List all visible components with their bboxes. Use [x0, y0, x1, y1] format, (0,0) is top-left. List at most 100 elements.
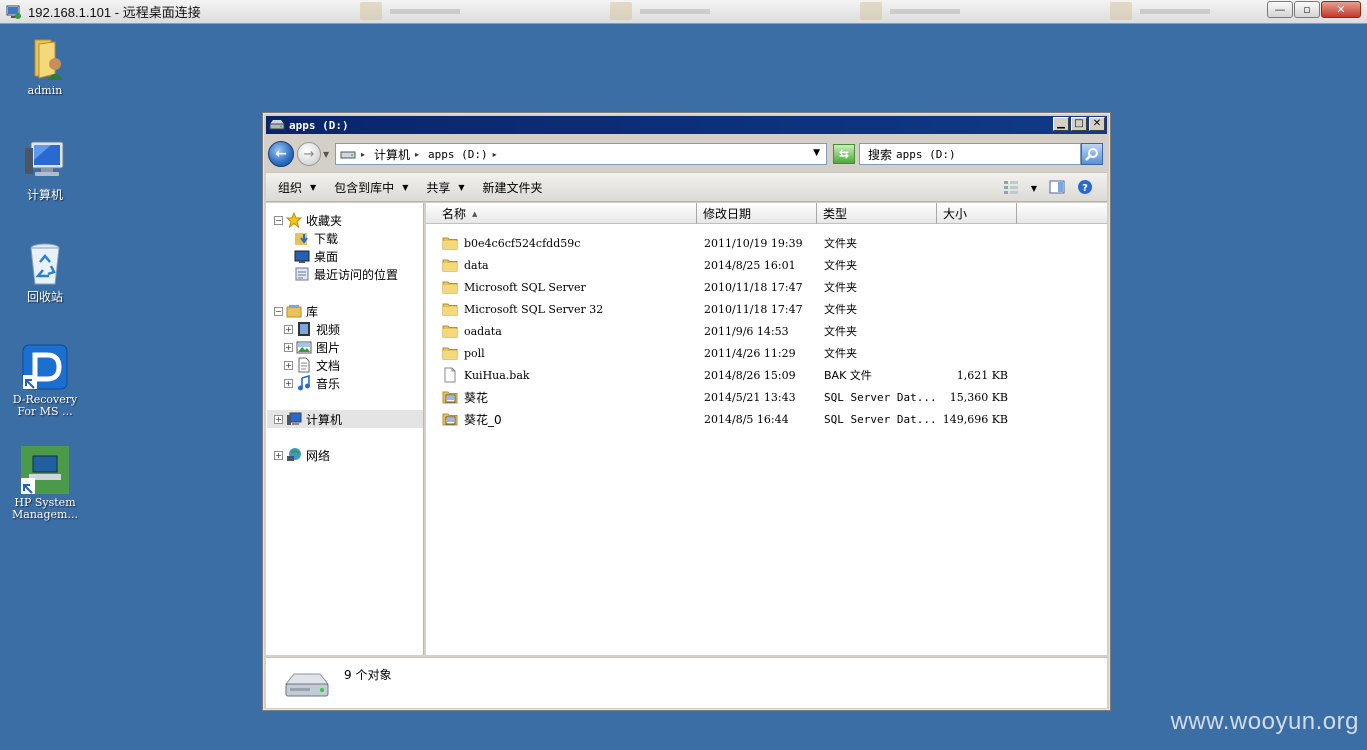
window-titlebar[interactable]: apps (D:) ▁ □ ✕ [266, 116, 1107, 134]
table-row[interactable]: b0e4c6cf524cfdd59c 2011/10/19 19:39 文件夹 [426, 232, 1107, 254]
expand-icon[interactable]: + [274, 450, 283, 460]
recycle-bin-icon [21, 240, 69, 288]
include-in-library-menu[interactable]: 包含到库中 ▼ [334, 179, 408, 196]
expand-icon[interactable]: + [284, 360, 293, 370]
file-name-cell[interactable]: data [426, 257, 696, 273]
desktop-icon-label: D-Recovery For MS ... [12, 393, 78, 418]
desktop-icon-computer[interactable]: 计算机 [7, 138, 83, 201]
column-header-date[interactable]: 修改日期 [697, 203, 817, 224]
file-date: 2014/5/21 13:43 [704, 390, 796, 404]
expand-icon[interactable]: + [284, 324, 293, 334]
column-header-size[interactable]: 大小 [937, 203, 1017, 224]
nav-favorites[interactable]: − 收藏夹 [274, 211, 342, 229]
new-folder-button[interactable]: 新建文件夹 [483, 179, 543, 196]
table-row[interactable]: Microsoft SQL Server 32 2010/11/18 17:47 文… [426, 298, 1107, 320]
desktop-folder-icon [294, 248, 310, 264]
table-row[interactable]: poll 2011/4/26 11:29 文件夹 [426, 342, 1107, 364]
d-recovery-app-icon [21, 343, 69, 391]
collapse-icon[interactable]: − [274, 215, 283, 225]
history-dropdown-icon[interactable]: ▼ [323, 150, 333, 159]
database-file-icon [442, 411, 458, 427]
file-name-cell[interactable]: KuiHua.bak [426, 367, 696, 383]
file-name-cell[interactable]: poll [426, 345, 696, 361]
file-size: 15,360 KB [949, 390, 1008, 404]
breadcrumb-separator-icon[interactable]: ▸ [493, 150, 497, 159]
nav-libraries[interactable]: − 库 [274, 302, 318, 320]
refresh-icon: ⇆ [838, 147, 850, 161]
table-row[interactable]: 葵花_0 2014/8/5 16:44 SQL Server Dat... 149,6… [426, 408, 1107, 430]
nav-videos[interactable]: + 视频 [284, 320, 340, 338]
search-input[interactable]: 搜索 apps (D:) [859, 143, 1081, 165]
file-type: BAK 文件 [824, 369, 872, 382]
nav-downloads[interactable]: 下载 [294, 229, 338, 247]
file-name-cell[interactable]: 葵花 [426, 389, 696, 406]
nav-pictures[interactable]: + 图片 [284, 338, 340, 356]
breadcrumb-separator-icon[interactable]: ▸ [415, 150, 419, 159]
search-button[interactable] [1081, 143, 1103, 165]
arrow-left-icon: ← [275, 146, 287, 162]
close-icon[interactable]: ✕ [1089, 117, 1105, 131]
folder-icon [442, 301, 458, 317]
table-row[interactable]: Microsoft SQL Server 2010/11/18 17:47 文件夹 [426, 276, 1107, 298]
file-type: SQL Server Dat... [824, 390, 936, 404]
file-date: 2014/8/26 15:09 [704, 368, 796, 382]
column-header-name[interactable]: 名称 ▲ [426, 203, 697, 224]
share-menu[interactable]: 共享 ▼ [426, 179, 464, 196]
refresh-button[interactable]: ⇆ [833, 144, 855, 164]
desktop-icon-hp-system-management[interactable]: HP System Managem... [7, 446, 83, 521]
nav-computer[interactable]: + 计算机 [267, 410, 423, 428]
view-dropdown-icon[interactable]: ▼ [1031, 184, 1037, 193]
table-row[interactable]: KuiHua.bak 2014/8/26 15:09 BAK 文件 1,621 KB [426, 364, 1107, 386]
folder-icon [442, 323, 458, 339]
help-icon[interactable]: ? [1077, 179, 1093, 198]
view-options-icon[interactable] [1003, 180, 1019, 197]
file-name-cell[interactable]: b0e4c6cf524cfdd59c [426, 235, 696, 251]
svg-text:?: ? [1082, 183, 1088, 194]
nav-recent-places[interactable]: 最近访问的位置 [294, 265, 398, 283]
expand-icon[interactable]: + [274, 414, 283, 424]
breadcrumb-computer[interactable]: 计算机 [374, 146, 410, 163]
back-button[interactable]: ← [268, 141, 294, 167]
nav-documents[interactable]: + 文档 [284, 356, 340, 374]
file-date: 2010/11/18 17:47 [704, 280, 803, 294]
file-date: 2014/8/25 16:01 [704, 258, 796, 272]
collapse-icon[interactable]: − [274, 306, 283, 316]
column-header-type[interactable]: 类型 [817, 203, 937, 224]
file-name-cell[interactable]: 葵花_0 [426, 411, 696, 428]
forward-button[interactable]: → [297, 142, 321, 166]
file-name: KuiHua.bak [464, 368, 530, 382]
nav-network[interactable]: + 网络 [274, 446, 330, 464]
preview-pane-icon[interactable] [1049, 180, 1065, 197]
maximize-icon[interactable]: □ [1071, 117, 1087, 131]
expand-icon[interactable]: + [284, 378, 293, 388]
rdp-restore-button[interactable]: ▫ [1294, 1, 1320, 18]
breadcrumb-apps-drive[interactable]: apps (D:) [428, 148, 488, 161]
address-bar[interactable]: ▸ 计算机 ▸ apps (D:) ▸ ▼ [335, 143, 827, 165]
desktop-icon-recycle-bin[interactable]: 回收站 [7, 240, 83, 303]
expand-icon[interactable]: + [284, 342, 293, 352]
file-name-cell[interactable]: oadata [426, 323, 696, 339]
desktop-icon-admin[interactable]: admin [7, 34, 83, 97]
hp-system-management-icon [21, 446, 69, 494]
computer-icon [21, 138, 69, 186]
file-name-cell[interactable]: Microsoft SQL Server 32 [426, 301, 696, 317]
nav-desktop[interactable]: 桌面 [294, 247, 338, 265]
drive-large-icon [276, 658, 336, 709]
nav-music[interactable]: + 音乐 [284, 374, 340, 392]
desktop-icon-d-recovery[interactable]: D-Recovery For MS ... [7, 343, 83, 418]
table-row[interactable]: oadata 2011/9/6 14:53 文件夹 [426, 320, 1107, 342]
organize-menu[interactable]: 组织 ▼ [278, 179, 316, 196]
table-row[interactable]: 葵花 2014/5/21 13:43 SQL Server Dat... 15,360… [426, 386, 1107, 408]
desktop-icon-label: admin [27, 84, 63, 97]
minimize-icon[interactable]: ▁ [1053, 117, 1069, 131]
table-row[interactable]: data 2014/8/25 16:01 文件夹 [426, 254, 1107, 276]
remote-desktop-icon [6, 4, 22, 20]
file-type: 文件夹 [824, 347, 857, 360]
rdp-close-button[interactable]: ✕ [1321, 1, 1361, 18]
file-name-cell[interactable]: Microsoft SQL Server [426, 279, 696, 295]
folder-icon [442, 345, 458, 361]
breadcrumb-separator-icon[interactable]: ▸ [361, 150, 365, 159]
rdp-minimize-button[interactable]: — [1267, 1, 1293, 18]
address-dropdown-icon[interactable]: ▼ [813, 148, 820, 158]
file-date: 2011/10/19 19:39 [704, 236, 803, 250]
